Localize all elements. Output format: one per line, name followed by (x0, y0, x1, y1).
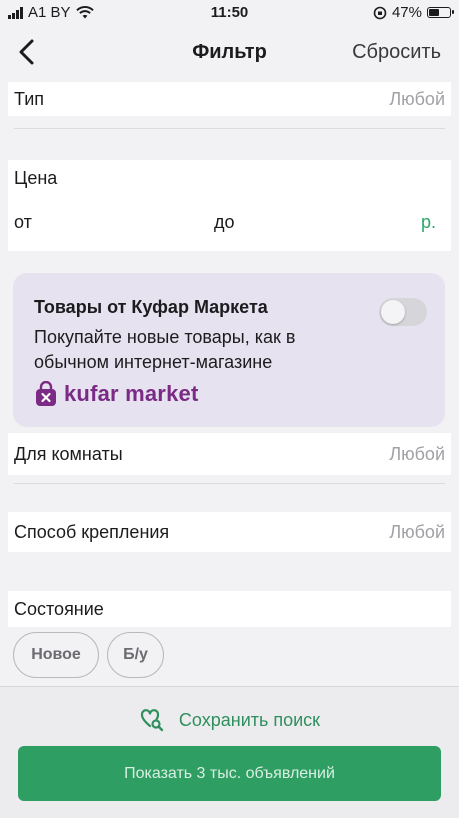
heart-search-icon (140, 709, 164, 732)
battery-percent: 47% (391, 4, 422, 21)
promo-title: Товары от Куфар Маркета (34, 297, 268, 317)
filter-row-condition: Состояние (8, 591, 451, 627)
battery-icon (427, 7, 454, 18)
filter-condition-label: Состояние (14, 598, 104, 619)
nav-bar: Фильтр Сбросить (0, 26, 459, 78)
condition-chip-new[interactable]: Новое (13, 632, 99, 678)
logo-text: kufar market (64, 381, 199, 406)
save-search-button[interactable]: Сохранить поиск (0, 707, 459, 733)
shopping-bag-icon (36, 381, 56, 406)
price-from-input[interactable]: от (14, 212, 32, 233)
filter-room-label: Для комнаты (14, 443, 123, 464)
status-bar: A1 BY 11:50 47% (0, 0, 459, 26)
price-label: Цена (14, 168, 58, 188)
kufar-market-logo: kufar market (34, 381, 198, 407)
divider (14, 483, 445, 484)
kufar-market-promo: Товары от Куфар Маркета Покупайте новые … (13, 273, 445, 427)
filter-type-value: Любой (389, 88, 445, 109)
show-results-button[interactable]: Показать 3 тыс. объявлений (18, 746, 441, 801)
save-search-label: Сохранить поиск (178, 709, 321, 730)
status-right: 47% (373, 4, 454, 21)
filter-row-type[interactable]: Тип Любой (8, 82, 451, 116)
kufar-market-toggle[interactable] (379, 298, 427, 326)
filter-mount-label: Способ крепления (14, 521, 170, 542)
currency-label: р. (420, 212, 436, 232)
bottom-bar: Сохранить поиск Показать 3 тыс. объявлен… (0, 686, 459, 818)
reset-button[interactable]: Сбросить (352, 41, 441, 64)
divider (14, 128, 445, 129)
condition-chip-used[interactable]: Б/у (107, 632, 164, 678)
filter-row-mount[interactable]: Способ крепления Любой (8, 512, 451, 552)
price-filter: Цена от до р. (8, 160, 451, 251)
filter-type-label: Тип (14, 88, 45, 109)
filter-room-value: Любой (389, 443, 445, 464)
orientation-lock-icon (373, 6, 387, 19)
filter-row-room[interactable]: Для комнаты Любой (8, 433, 451, 475)
price-to-input[interactable]: до (214, 212, 235, 233)
promo-text: Покупайте новые товары, как в обычном ин… (34, 327, 296, 372)
toggle-knob (381, 300, 405, 324)
filter-mount-value: Любой (389, 521, 445, 542)
